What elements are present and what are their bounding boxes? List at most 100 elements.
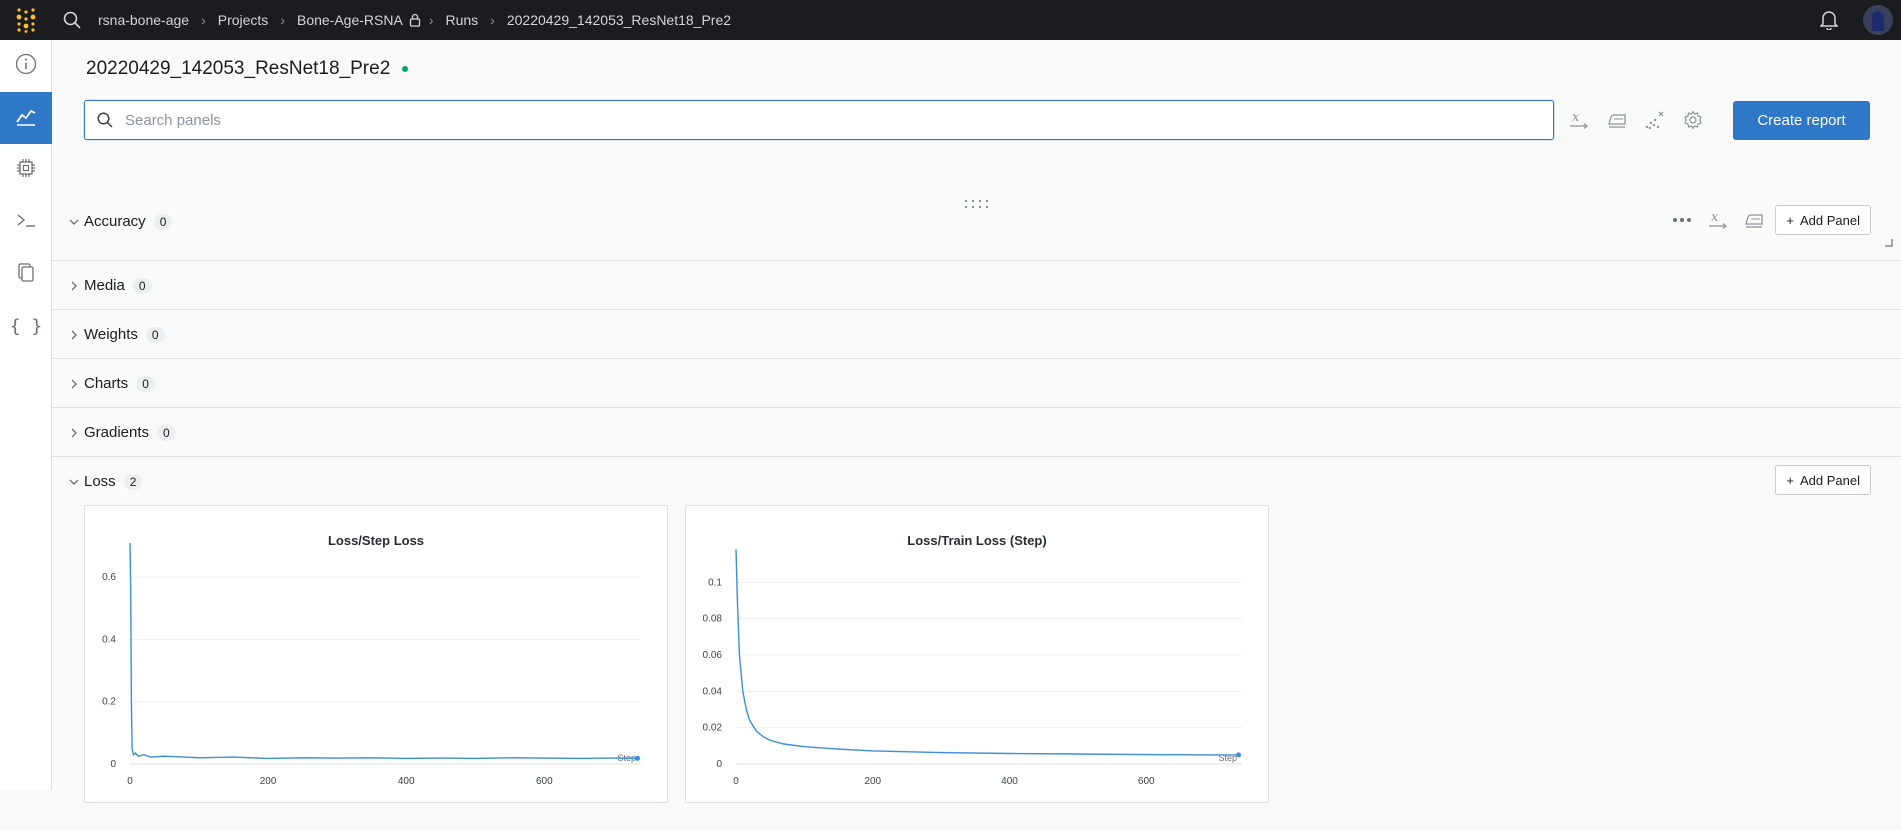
section-weights: Weights 0 <box>52 310 1901 359</box>
chevron-right-icon: › <box>490 12 495 28</box>
sidebar-item-logs[interactable] <box>0 196 52 248</box>
bell-icon[interactable] <box>1809 0 1849 40</box>
info-icon <box>15 53 37 80</box>
series-line <box>735 549 1239 756</box>
y-tick-label: 0.06 <box>703 650 723 661</box>
chevron-right-icon: › <box>201 12 206 28</box>
add-panel-button[interactable]: + Add Panel <box>1775 205 1871 235</box>
drag-handle-icon[interactable] <box>964 196 992 214</box>
section-gradients: Gradients 0 <box>52 408 1901 457</box>
y-tick-label: 0.1 <box>708 577 722 588</box>
x-tick-label: 600 <box>1138 776 1155 787</box>
x-tick-label: 200 <box>260 776 277 787</box>
cpu-icon <box>15 157 37 184</box>
left-sidebar: { } <box>0 40 52 790</box>
run-name: 20220429_142053_ResNet18_Pre2 <box>86 58 391 79</box>
add-panel-button[interactable]: + Add Panel <box>1775 465 1871 495</box>
create-report-button[interactable]: Create report <box>1733 101 1870 140</box>
y-tick-label: 0.2 <box>102 697 116 708</box>
page-title: 20220429_142053_ResNet18_Pre2 <box>86 58 409 80</box>
x-axis-icon[interactable]: x <box>1564 104 1594 136</box>
section-charts: Charts 0 <box>52 359 1901 408</box>
section-count-badge: 2 <box>123 473 143 490</box>
breadcrumb-runs[interactable]: Runs <box>441 12 482 28</box>
line-chart: 00.20.40.60 200 400 600Step <box>102 542 641 787</box>
section-header[interactable]: Accuracy 0 <box>66 213 173 230</box>
sidebar-item-overview[interactable] <box>0 40 52 92</box>
more-options-icon[interactable] <box>1667 204 1697 236</box>
chart-icon <box>15 105 37 132</box>
y-tick-label: 0.4 <box>102 634 116 645</box>
section-count-badge: 0 <box>136 375 155 392</box>
plus-icon: + <box>1786 212 1794 228</box>
section-count-badge: 0 <box>132 277 152 294</box>
lock-icon <box>409 13 421 27</box>
chevron-right-icon: › <box>280 12 285 28</box>
x-axis-icon[interactable]: x <box>1703 204 1733 236</box>
avatar[interactable] <box>1863 5 1893 35</box>
add-panel-label: Add Panel <box>1800 472 1860 488</box>
breadcrumb-run[interactable]: 20220429_142053_ResNet18_Pre2 <box>503 12 735 28</box>
section-title: Loss <box>84 473 116 490</box>
series-line <box>129 542 638 760</box>
run-status-dot <box>402 66 409 72</box>
svg-text:x: x <box>1572 110 1580 125</box>
section-toolbar: + Add Panel <box>1775 465 1871 495</box>
add-panel-label: Add Panel <box>1800 212 1860 228</box>
chevron-right-icon: › <box>428 12 434 28</box>
gear-icon[interactable] <box>1678 104 1708 136</box>
svg-text:x: x <box>1711 210 1719 225</box>
section-title: Gradients <box>84 424 150 441</box>
search-input[interactable] <box>125 111 1525 129</box>
y-tick-label: 0 <box>110 759 116 770</box>
panel-toolbar: x <box>1564 104 1708 136</box>
x-tick-label: 400 <box>1001 776 1018 787</box>
section-header[interactable]: Media 0 <box>66 277 152 294</box>
sidebar-item-files[interactable] <box>0 248 52 300</box>
main-content: 20220429_142053_ResNet18_Pre2 x Create r… <box>52 40 1901 803</box>
y-tick-label: 0.08 <box>703 614 723 625</box>
search-icon[interactable] <box>52 0 92 40</box>
search-icon <box>85 112 125 128</box>
wandb-logo-icon[interactable] <box>0 0 52 40</box>
section-title: Media <box>84 277 125 294</box>
section-header[interactable]: Charts 0 <box>66 375 155 392</box>
breadcrumb-entity[interactable]: rsna-bone-age <box>94 12 193 28</box>
line-chart: 00.020.040.060.080.10 200 400 600Step <box>703 549 1242 787</box>
sidebar-item-artifacts[interactable]: { } <box>0 300 52 352</box>
chevron-down-icon <box>66 214 82 230</box>
section-header[interactable]: Gradients 0 <box>66 424 176 441</box>
smoothing-iron-icon[interactable] <box>1602 104 1632 136</box>
section-count-badge: 0 <box>157 424 176 441</box>
chart-panel-step-loss[interactable]: Loss/Step Loss 0 0.2 0.4 0.6 0 200 400 600 Step <box>84 505 668 803</box>
chevron-down-icon <box>66 474 82 490</box>
smoothing-iron-icon[interactable] <box>1739 204 1769 236</box>
section-accuracy: Accuracy 0 x + Add Panel <box>52 180 1901 261</box>
breadcrumb-projects[interactable]: Projects <box>214 12 273 28</box>
terminal-icon <box>15 209 37 236</box>
chart-panel-train-loss[interactable]: Loss/Train Loss (Step) 0 0.02 0.04 0.06 0.08… <box>685 505 1269 803</box>
x-tick-label: 600 <box>536 776 553 787</box>
series-last-point <box>635 755 641 761</box>
sidebar-item-charts[interactable] <box>0 92 52 144</box>
chevron-right-icon <box>66 376 82 392</box>
files-icon <box>15 261 37 288</box>
top-navbar: rsna-bone-age › Projects › Bone-Age-RSNA… <box>0 0 1901 40</box>
x-tick-label: 200 <box>864 776 881 787</box>
resize-handle-icon[interactable] <box>1885 234 1893 252</box>
y-tick-label: 0 <box>716 759 722 770</box>
series-last-point <box>1236 752 1242 758</box>
x-tick-label: 0 <box>127 776 133 787</box>
chevron-right-icon <box>66 278 82 294</box>
plus-icon: + <box>1786 472 1794 488</box>
section-header[interactable]: Weights 0 <box>66 326 165 343</box>
section-count-badge: 0 <box>153 213 173 230</box>
sidebar-item-system[interactable] <box>0 144 52 196</box>
y-tick-label: 0.02 <box>703 723 723 734</box>
section-title: Charts <box>84 375 129 392</box>
y-tick-label: 0.04 <box>703 686 723 697</box>
outliers-icon[interactable] <box>1640 104 1670 136</box>
section-header[interactable]: Loss 2 <box>66 473 143 490</box>
breadcrumb-project[interactable]: Bone-Age-RSNA <box>293 12 407 28</box>
breadcrumb: rsna-bone-age › Projects › Bone-Age-RSNA… <box>94 12 735 28</box>
